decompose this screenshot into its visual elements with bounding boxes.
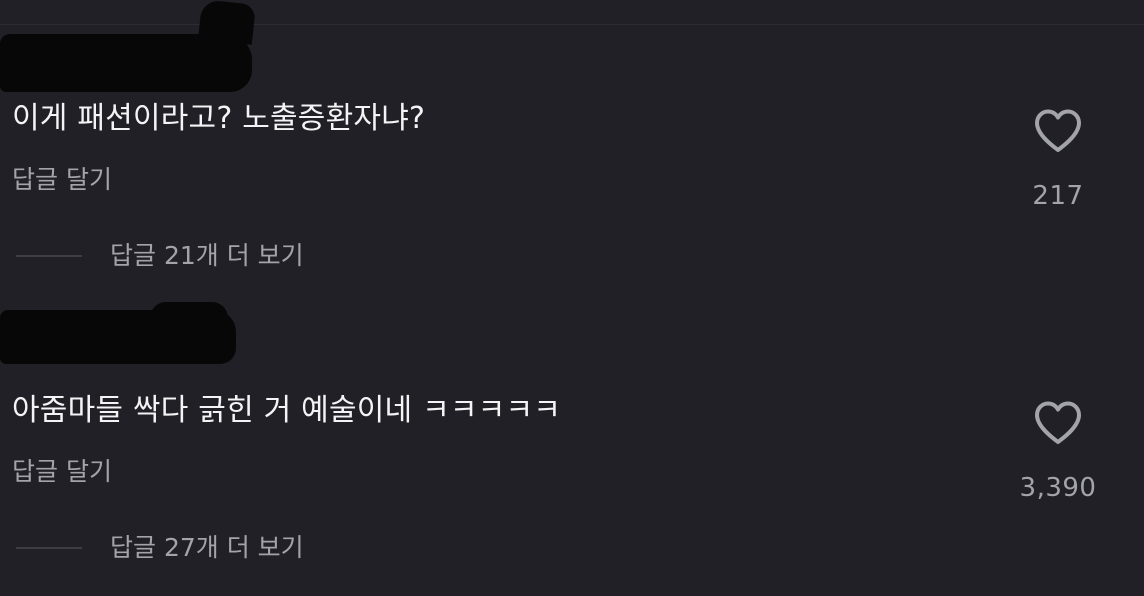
top-divider (0, 24, 1144, 25)
view-replies-label: 답글 27개 더 보기 (110, 533, 304, 562)
redacted-username (0, 34, 252, 92)
reply-button[interactable]: 답글 달기 (12, 164, 112, 196)
like-count: 3,390 (1019, 473, 1097, 503)
heart-icon[interactable] (1033, 108, 1083, 154)
comment-text: 이게 패션이라고? 노출증환자냐? (12, 101, 426, 136)
like-section: 217 (1002, 108, 1114, 212)
heart-icon[interactable] (1033, 400, 1083, 446)
like-count: 217 (1032, 181, 1084, 211)
replies-divider-line (16, 547, 82, 549)
like-section: 3,390 (1002, 400, 1114, 504)
view-replies-button[interactable]: 답글 27개 더 보기 (16, 530, 304, 566)
view-replies-button[interactable]: 답글 21개 더 보기 (16, 238, 304, 274)
redacted-username-mark (198, 0, 256, 45)
replies-divider-line (16, 255, 82, 257)
reply-button[interactable]: 답글 달기 (12, 456, 112, 488)
view-replies-label: 답글 21개 더 보기 (110, 241, 304, 270)
comment-text: 아줌마들 싹다 긁힌 거 예술이네 ㅋㅋㅋㅋㅋ (12, 393, 562, 428)
redacted-username-mark (150, 302, 228, 326)
